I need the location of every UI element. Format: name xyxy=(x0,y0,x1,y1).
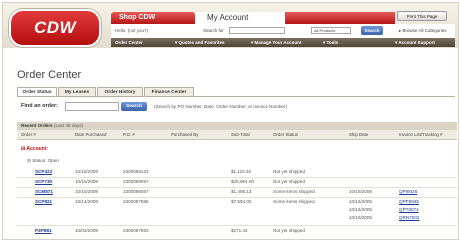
order-status: Not yet shipped xyxy=(273,179,305,184)
cdw-logo[interactable]: CDW xyxy=(9,9,101,47)
col-purchased-by[interactable]: Purchased By xyxy=(171,132,198,137)
status-group-label: Status: Open xyxy=(32,158,59,163)
ship-date: 10/16/2009 xyxy=(349,215,372,220)
row-divider xyxy=(17,177,457,178)
recent-orders-range: (Last 45 days) xyxy=(53,123,84,128)
account-group[interactable]: ⊟ Account: xyxy=(21,146,48,152)
site-header: CDW Shop CDW My Account Print This Page … xyxy=(3,3,458,48)
row-divider xyxy=(17,225,457,226)
order-number-link[interactable]: SCM871 xyxy=(35,189,53,194)
table-row: PZP881 10/02/2009 2300097963 $271.44 Not… xyxy=(17,228,457,237)
invoice-link[interactable]: QPI0026 xyxy=(399,189,417,194)
col-order-status[interactable]: Order Status xyxy=(273,132,298,137)
date-purchased: 10/15/2009 xyxy=(75,179,98,184)
nav-manage-account[interactable]: ▾ Manage Your Account xyxy=(251,38,301,47)
col-sub-total[interactable]: Sub-Total xyxy=(231,132,250,137)
search-label: Search for xyxy=(203,28,224,33)
invoice-link[interactable]: QPT0074 xyxy=(399,207,419,212)
main-nav: Order Center ▾ Quotes and Favorites ▾ Ma… xyxy=(111,38,455,47)
col-ship-date[interactable]: Ship Date xyxy=(349,132,368,137)
tab-order-history[interactable]: Order History xyxy=(97,87,143,96)
order-status: Not yet shipped xyxy=(273,169,305,174)
sub-total: $1,110.32 xyxy=(231,169,252,174)
nav-quotes-favorites[interactable]: ▾ Quotes and Favorites xyxy=(175,38,225,47)
order-status: Some items shipped xyxy=(273,199,315,204)
col-po-number[interactable]: P.O. # xyxy=(123,132,135,137)
browse-categories-link[interactable]: ▸ Browse All Categories xyxy=(399,28,447,34)
search-button[interactable]: Search xyxy=(361,26,383,35)
sub-total: $1,495.13 xyxy=(231,189,252,194)
header-tab-strip xyxy=(285,12,395,24)
po-number: 2300098067 xyxy=(123,189,149,194)
browser-frame: CDW Shop CDW My Account Print This Page … xyxy=(2,2,459,240)
search-input[interactable] xyxy=(229,27,285,34)
invoice-link[interactable]: QRN7002 xyxy=(399,215,419,220)
order-number-link[interactable]: SCP423 xyxy=(35,169,52,174)
tab-finance-center[interactable]: Finance Center xyxy=(144,87,194,96)
page-title: Order Center xyxy=(17,69,82,81)
order-number-link[interactable]: PZP881 xyxy=(35,228,52,233)
col-order-number[interactable]: Order # xyxy=(21,132,36,137)
col-date-purchased[interactable]: Date Purchased xyxy=(75,132,107,137)
account-group-label: Account: xyxy=(26,146,49,152)
order-number-link[interactable]: SCP821 xyxy=(35,199,52,204)
date-purchased: 10/02/2009 xyxy=(75,228,98,233)
row-divider xyxy=(17,197,457,198)
invoice-link[interactable]: QPP6045 xyxy=(399,199,419,204)
welcome-text: Hello, (not you?) xyxy=(115,28,149,33)
sub-total: $271.44 xyxy=(231,228,248,233)
nav-account-support[interactable]: ▾ Account Support xyxy=(395,38,435,47)
find-order-label: Find an order: xyxy=(21,103,58,109)
sub-total: $25,964.00 xyxy=(231,179,254,184)
date-purchased: 10/15/2009 xyxy=(75,169,98,174)
find-order-hint: (Search by PO Number, Date, Order Number… xyxy=(154,104,288,109)
ship-date: 10/16/2009 xyxy=(349,189,372,194)
tab-my-leases[interactable]: My Leases xyxy=(58,87,96,96)
ship-date: 10/16/2009 xyxy=(349,207,372,212)
order-status: Some items shipped xyxy=(273,189,315,194)
orders-table-header: Order # Date Purchased P.O. # Purchased … xyxy=(17,130,457,140)
col-invoice-tracking[interactable]: Invoice List/Tracking # xyxy=(399,132,443,137)
order-status: Not yet shipped xyxy=(273,228,305,233)
row-divider xyxy=(17,187,457,188)
recent-orders-header: Recent Orders (Last 45 days) xyxy=(17,122,457,130)
po-number: 2300097895 xyxy=(123,199,149,204)
date-purchased: 10/14/2009 xyxy=(75,199,98,204)
tab-divider xyxy=(17,96,455,97)
recent-orders-label: Recent Orders xyxy=(21,123,53,128)
status-group[interactable]: ⊟ Status: Open xyxy=(27,158,59,164)
order-number-link[interactable]: SCP730 xyxy=(35,179,52,184)
nav-tools[interactable]: ▾ Tools xyxy=(323,38,338,47)
find-order-button[interactable]: Search xyxy=(121,102,147,111)
find-order-input[interactable] xyxy=(65,102,119,111)
ship-date: 10/16/2009 xyxy=(349,199,372,204)
po-number: 2300097963 xyxy=(123,228,149,233)
po-number: 2300098123 xyxy=(123,169,149,174)
search-bar: Hello, (not you?) Search for All Product… xyxy=(111,24,455,38)
date-purchased: 10/15/2009 xyxy=(75,189,98,194)
table-row: SCP821 10/14/2009 2300097895 $7,594.00 S… xyxy=(17,199,457,225)
nav-order-center[interactable]: Order Center xyxy=(115,38,143,47)
po-number: 2300098057 xyxy=(123,179,149,184)
print-page-button[interactable]: Print This Page xyxy=(397,11,447,21)
category-select[interactable]: All Products xyxy=(311,27,351,34)
tab-shop-cdw[interactable]: Shop CDW xyxy=(111,12,195,24)
sub-total: $7,594.00 xyxy=(231,199,252,204)
tab-my-account[interactable]: My Account xyxy=(195,12,285,24)
